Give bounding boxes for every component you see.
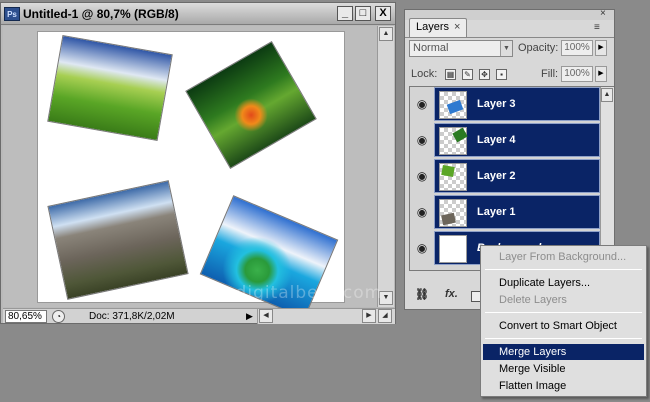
layer-thumbnail: [439, 127, 468, 155]
doc-size-info: Doc: 371,8K/2,02M: [89, 311, 175, 322]
context-menu: Layer From Background... Duplicate Layer…: [480, 245, 647, 397]
maximize-button[interactable]: □: [355, 6, 371, 21]
status-clock-icon[interactable]: ◔: [52, 310, 65, 323]
layer-row-layer-3[interactable]: Layer 3: [434, 87, 600, 121]
scroll-up-icon[interactable]: ▲: [601, 88, 613, 102]
layer-row-layer-4[interactable]: Layer 4: [434, 123, 600, 157]
canvas-area[interactable]: [3, 26, 377, 319]
layer-name: Layer 4: [477, 134, 516, 146]
lock-all-icon[interactable]: ▪: [496, 69, 507, 80]
menu-item-duplicate-layers[interactable]: Duplicate Layers...: [483, 275, 644, 291]
photoshop-app-icon: Ps: [4, 7, 20, 21]
document-canvas[interactable]: [37, 31, 345, 319]
lock-transparency-icon[interactable]: ▦: [445, 69, 456, 80]
lock-position-icon[interactable]: ✥: [479, 69, 490, 80]
layer-name: Layer 3: [477, 98, 516, 110]
visibility-eye-icon[interactable]: ◉: [414, 231, 430, 265]
tab-divider: [405, 37, 614, 38]
panel-menu-icon[interactable]: ≡: [594, 22, 600, 33]
opacity-label: Opacity:: [518, 42, 559, 54]
lock-label: Lock:: [411, 68, 438, 80]
zoom-field[interactable]: 80,65%: [5, 310, 47, 323]
watermark: www.digitalbers.com: [186, 283, 383, 303]
lock-pixels-icon[interactable]: ✎: [462, 69, 473, 80]
menu-item-flatten-image[interactable]: Flatten Image: [483, 378, 644, 394]
resize-grip-icon[interactable]: ◢: [378, 309, 392, 323]
opacity-field[interactable]: 100%: [561, 40, 593, 56]
menu-separator: [485, 338, 642, 339]
layer-name: Layer 1: [477, 206, 516, 218]
opacity-slider-arrow-icon[interactable]: ▶: [595, 40, 607, 56]
visibility-eye-icon[interactable]: ◉: [414, 195, 430, 229]
layer-thumbnail: [439, 199, 467, 227]
chevron-down-icon[interactable]: ▼: [500, 41, 512, 56]
layer-row-layer-2[interactable]: Layer 2: [434, 159, 600, 193]
menu-item-convert-to-smart-object[interactable]: Convert to Smart Object: [483, 318, 644, 334]
layer-thumbnail: [439, 235, 467, 263]
scroll-up-icon[interactable]: ▲: [379, 27, 393, 41]
vertical-scrollbar[interactable]: ▲ ▼: [377, 26, 394, 307]
blend-mode-value: Normal: [413, 42, 449, 54]
menu-separator: [485, 269, 642, 270]
fill-label: Fill:: [541, 68, 559, 80]
scroll-right-icon[interactable]: ▶: [362, 309, 376, 323]
status-menu-arrow-icon[interactable]: ▶: [246, 311, 253, 322]
horizontal-scrollbar[interactable]: ◀ ▶ ◢: [257, 309, 395, 324]
panel-close-icon[interactable]: ×: [600, 8, 606, 19]
photo-stone-house: [47, 180, 189, 300]
document-window: Ps Untitled-1 @ 80,7% (RGB/8) _ □ X ▲ ▼ …: [0, 2, 396, 324]
tab-layers[interactable]: Layers ×: [409, 18, 467, 37]
layer-row-layer-1[interactable]: Layer 1: [434, 195, 600, 229]
visibility-eye-icon[interactable]: ◉: [414, 87, 430, 121]
menu-item-merge-layers[interactable]: Merge Layers: [483, 344, 644, 360]
layers-list: ◉ Layer 3 ◉ Layer 4 ◉ Layer 2 ◉ Layer 1 …: [409, 86, 614, 271]
tab-close-icon[interactable]: ×: [454, 19, 460, 36]
scroll-left-icon[interactable]: ◀: [259, 309, 273, 323]
photo-green-field: [47, 34, 173, 142]
fx-icon[interactable]: fx.: [445, 288, 458, 300]
layers-scrollbar[interactable]: ▲: [600, 87, 614, 270]
document-title-bar[interactable]: Ps Untitled-1 @ 80,7% (RGB/8) _ □ X: [1, 3, 395, 25]
minimize-button[interactable]: _: [337, 6, 353, 21]
link-icon[interactable]: ⛓: [415, 288, 429, 301]
layer-thumbnail: [439, 163, 467, 191]
menu-item-merge-visible[interactable]: Merge Visible: [483, 361, 644, 377]
tab-layers-label: Layers: [416, 21, 450, 33]
fill-field[interactable]: 100%: [561, 66, 593, 82]
menu-item-delete-layers: Delete Layers: [499, 294, 567, 306]
visibility-eye-icon[interactable]: ◉: [414, 159, 430, 193]
blend-mode-select[interactable]: Normal ▼: [409, 40, 513, 57]
document-title: Untitled-1 @ 80,7% (RGB/8): [23, 7, 179, 21]
photo-forest: [185, 41, 317, 169]
fill-slider-arrow-icon[interactable]: ▶: [595, 66, 607, 82]
close-button[interactable]: X: [375, 6, 391, 21]
menu-separator: [485, 312, 642, 313]
status-bar: 80,65% ◔ Doc: 371,8K/2,02M ▶ ◀ ▶ ◢: [3, 308, 395, 324]
layer-thumbnail: [439, 91, 467, 119]
layer-name: Layer 2: [477, 170, 516, 182]
menu-item-layer-from-background: Layer From Background...: [499, 251, 627, 263]
visibility-eye-icon[interactable]: ◉: [414, 123, 430, 157]
